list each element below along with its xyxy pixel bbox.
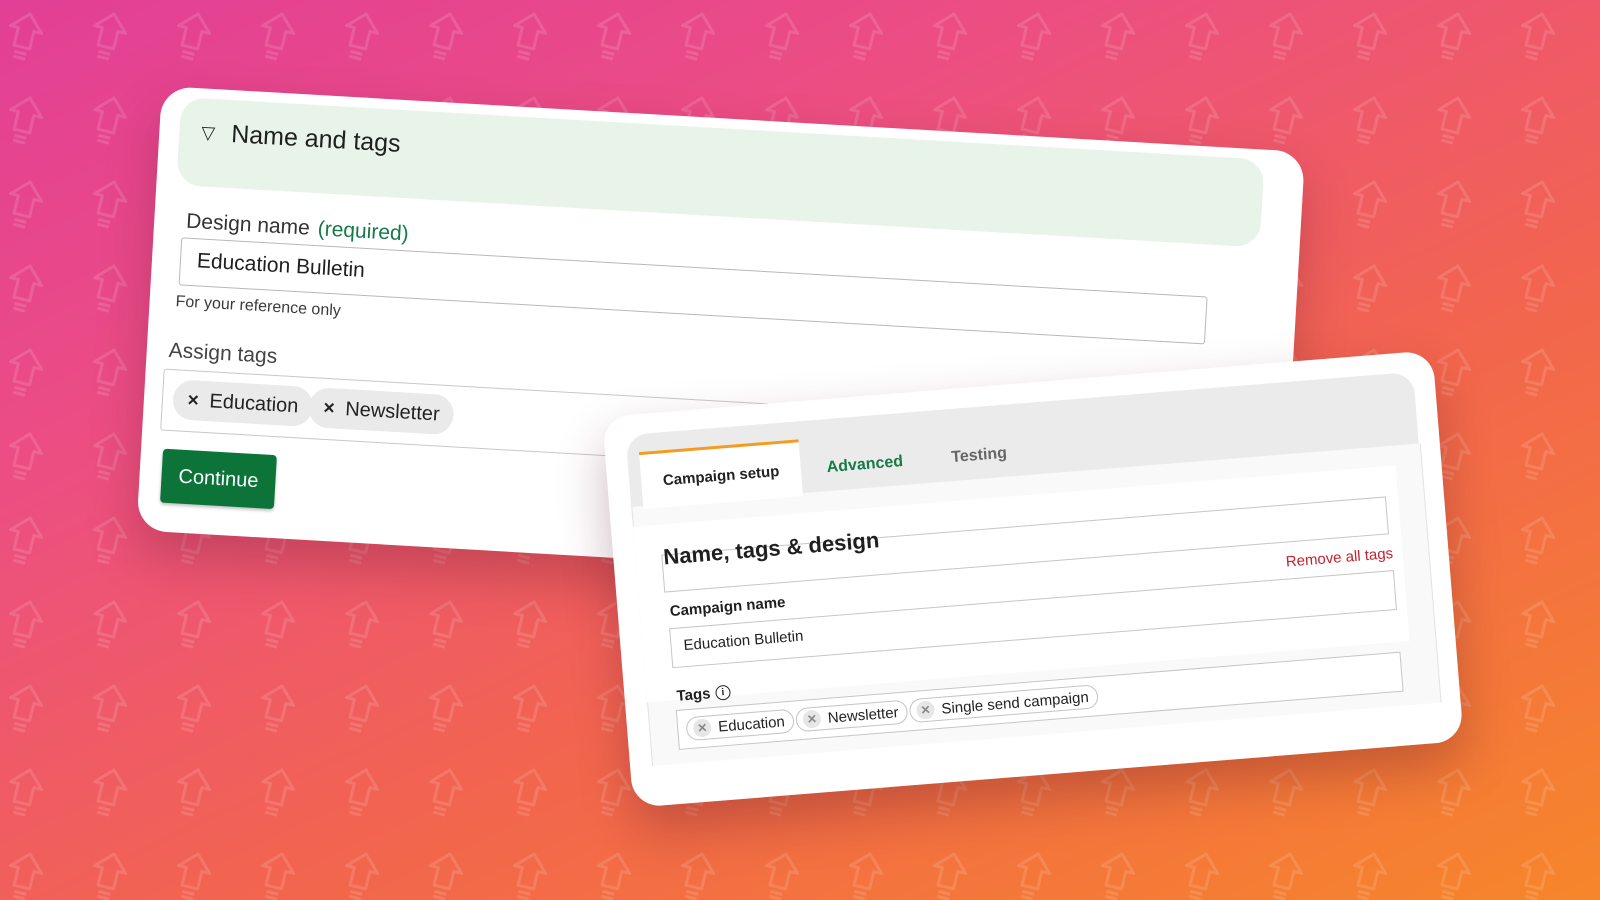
tag-chip-label: Single send campaign	[940, 688, 1090, 718]
tag-chip-education: ✕ Education	[171, 379, 314, 428]
tag-chip-newsletter: ✕ Newsletter	[307, 387, 455, 436]
tag-chip-label: Newsletter	[344, 397, 441, 426]
section-title: Name and tags	[230, 120, 402, 158]
info-icon[interactable]: i	[714, 684, 731, 701]
tag-chip-newsletter: ✕ Newsletter	[794, 699, 909, 733]
campaign-name-label: Campaign name	[669, 593, 787, 621]
design-name-input[interactable]: Education Bulletin	[178, 237, 1208, 345]
tag-chip-label: Education	[208, 389, 299, 417]
continue-button[interactable]: Continue	[160, 448, 277, 510]
tags-label-text: Tags	[675, 685, 712, 705]
close-icon[interactable]: ✕	[802, 709, 822, 729]
close-icon[interactable]: ✕	[915, 700, 936, 720]
remove-all-tags-link[interactable]: Remove all tags	[1285, 545, 1394, 571]
triangle-down-icon[interactable]: ▽	[201, 122, 216, 144]
tag-chip-label: Newsletter	[827, 703, 900, 727]
design-name-label-text: Design name	[185, 209, 311, 240]
close-icon[interactable]: ✕	[322, 399, 336, 418]
assign-tags-label: Assign tags	[168, 338, 278, 369]
close-icon[interactable]: ✕	[186, 391, 200, 410]
campaign-setup-card: Campaign setup Advanced Testing Name, ta…	[602, 350, 1464, 808]
design-name-helper-text: For your reference only	[175, 293, 342, 320]
close-icon[interactable]: ✕	[692, 718, 712, 738]
tag-chip-label: Education	[717, 712, 786, 736]
tag-chip-education: ✕ Education	[685, 708, 795, 742]
tag-chip-single-send-campaign: ✕ Single send campaign	[908, 684, 1099, 724]
required-indicator: (required)	[317, 217, 410, 246]
